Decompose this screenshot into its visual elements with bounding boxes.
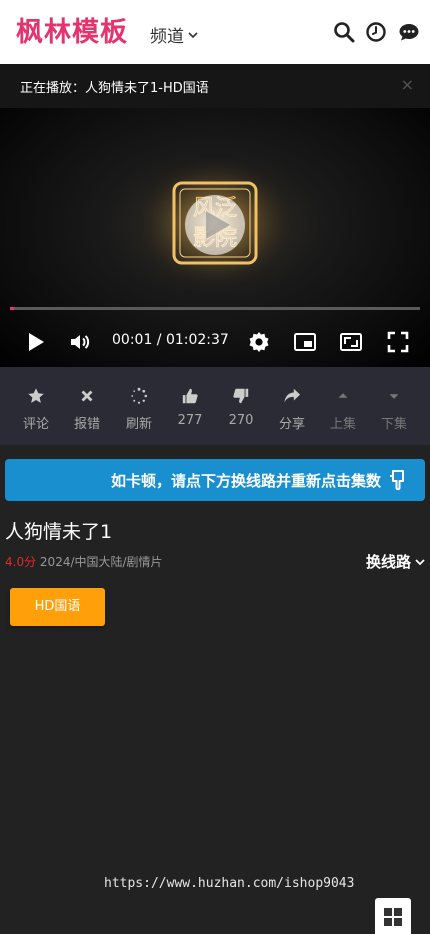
next-episode-button[interactable]: 下集 (368, 387, 420, 432)
x-mark-icon (81, 390, 93, 402)
comment-button[interactable]: 评论 (10, 387, 62, 432)
tip-text: 如卡顿，请点下方换线路并重新点击集数 (110, 472, 381, 490)
report-error-button[interactable]: 报错 (61, 387, 113, 432)
previous-episode-label: 上集 (329, 417, 356, 432)
share-icon (284, 388, 301, 403)
play-icon[interactable] (24, 330, 48, 354)
channel-label: 频道 (150, 27, 184, 47)
header: 枫林模板 频道 (0, 0, 430, 64)
movie-meta: 4.0分 2024/中国大陆/剧情片 (5, 553, 163, 570)
close-icon[interactable]: × (401, 75, 414, 94)
history-clock-icon[interactable] (365, 21, 387, 43)
volume-icon[interactable] (68, 330, 92, 354)
now-playing-bar: 正在播放：人狗情未了1-HD国语 × (0, 64, 430, 108)
share-button[interactable]: 分享 (266, 387, 318, 432)
windows-logo-icon (384, 908, 402, 926)
pointing-down-hand-icon (390, 470, 404, 491)
caret-up-icon (338, 393, 348, 398)
comment-label: 评论 (22, 417, 49, 432)
time-display: 00:01 / 01:02:37 (112, 332, 229, 348)
search-icon[interactable] (333, 21, 355, 43)
like-button[interactable]: 277 (164, 387, 216, 428)
movie-score: 4.0分 (5, 555, 37, 569)
windows-logo-button[interactable] (375, 898, 411, 934)
watermark-url: https://www.huzhan.com/ishop9043 (104, 876, 355, 891)
progress-bar[interactable] (10, 307, 420, 310)
refresh-label: 刷新 (125, 417, 152, 432)
web-fullscreen-icon[interactable] (339, 330, 363, 354)
video-player[interactable]: 风泛 影院 00:01 / 01:02:37 (0, 108, 430, 367)
movie-title: 人狗情未了1 (5, 521, 113, 543)
refresh-spinner-icon (131, 387, 148, 404)
like-count: 277 (177, 413, 203, 428)
picture-in-picture-icon[interactable] (293, 330, 317, 354)
progress-fill (10, 307, 15, 310)
message-icon[interactable] (398, 21, 420, 43)
thumbs-up-icon (182, 388, 198, 404)
report-error-label: 报错 (73, 417, 100, 432)
dislike-button[interactable]: 270 (215, 387, 267, 428)
chevron-down-icon (188, 31, 198, 38)
refresh-button[interactable]: 刷新 (113, 387, 165, 432)
fullscreen-icon[interactable] (386, 330, 410, 354)
site-logo[interactable]: 枫林模板 (16, 10, 128, 49)
movie-info: 2024/中国大陆/剧情片 (39, 555, 163, 569)
thumbs-down-icon (233, 388, 249, 404)
switch-line-label: 换线路 (365, 553, 411, 571)
next-episode-label: 下集 (380, 417, 407, 432)
switch-line-dropdown[interactable]: 换线路 (366, 551, 425, 572)
video-logo-overlay: 风泛 影院 (130, 153, 300, 293)
switch-line-tip-banner[interactable]: 如卡顿，请点下方换线路并重新点击集数 (5, 459, 425, 501)
channel-dropdown[interactable]: 频道 (150, 22, 198, 47)
share-label: 分享 (278, 417, 305, 432)
caret-down-icon (389, 394, 399, 399)
dislike-count: 270 (228, 413, 254, 428)
action-bar: 评论 报错 刷新 277 270 分享 上集 下集 (0, 367, 430, 445)
now-playing-text: 正在播放：人狗情未了1-HD国语 (20, 81, 209, 96)
settings-gear-icon[interactable] (247, 330, 271, 354)
previous-episode-button[interactable]: 上集 (317, 387, 369, 432)
episode-button[interactable]: HD国语 (10, 588, 105, 626)
chevron-down-icon (415, 558, 425, 565)
star-icon (28, 388, 44, 403)
